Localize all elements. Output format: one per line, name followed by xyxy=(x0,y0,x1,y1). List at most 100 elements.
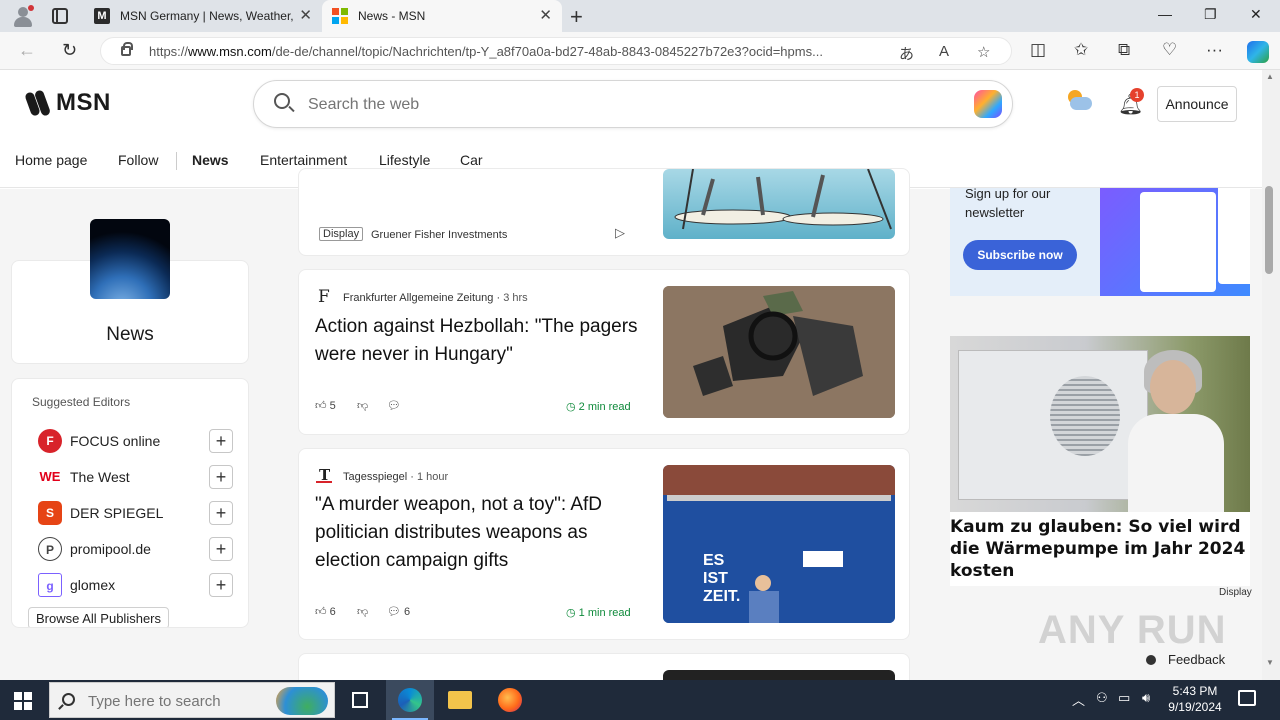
heat-pump-ad[interactable]: Kaum zu glauben: So viel wird die Wärmep… xyxy=(950,336,1250,586)
like-icon[interactable]: 👍︎ xyxy=(315,400,327,412)
article-title[interactable]: "A murder weapon, not a toy": AfD politi… xyxy=(315,491,645,575)
ad-headline[interactable]: Kaum zu glauben: So viel wird die Wärmep… xyxy=(950,516,1250,582)
back-icon[interactable]: ← xyxy=(18,40,36,61)
follow-plus-button[interactable]: + xyxy=(209,501,233,525)
article-card[interactable] xyxy=(298,653,910,680)
collections-icon[interactable]: ⧉ xyxy=(1118,40,1130,60)
article-card[interactable]: F Frankfurter Allgemeine Zeitung · 3 hrs… xyxy=(298,269,910,435)
editor-item[interactable]: P promipool.de + xyxy=(38,537,238,561)
restore-icon[interactable]: ❐ xyxy=(1204,6,1217,23)
subscribe-now-button[interactable]: Subscribe now xyxy=(963,240,1077,270)
like-count: 6 xyxy=(329,606,336,618)
network-icon[interactable]: ▭ xyxy=(1118,690,1130,706)
taskbar-edge[interactable] xyxy=(386,680,434,720)
editor-item[interactable]: g glomex + xyxy=(38,573,238,597)
search-input[interactable] xyxy=(308,93,948,117)
comment-icon[interactable]: 💬︎ xyxy=(387,399,401,412)
taskbar-file-explorer[interactable] xyxy=(436,680,484,720)
feedback-label: Feedback xyxy=(1168,652,1226,667)
refresh-icon[interactable]: ↻ xyxy=(62,40,77,61)
new-tab-icon[interactable]: + xyxy=(570,4,583,30)
taskbar-clock[interactable]: 5:43 PM 9/19/2024 xyxy=(1160,683,1230,715)
article-source[interactable]: Tagesspiegel xyxy=(343,471,407,483)
article-image[interactable]: ES IST ZEIT. xyxy=(663,465,895,623)
comment-icon[interactable]: 💬︎ xyxy=(387,606,401,618)
scroll-up-icon[interactable]: ▲ xyxy=(1266,72,1274,81)
browse-all-publishers-button[interactable]: Browse All Publishers xyxy=(28,607,169,627)
window-close-icon[interactable]: ✕ xyxy=(1250,6,1262,23)
task-view-icon xyxy=(352,692,368,708)
tray-app-icon[interactable]: ⚇ xyxy=(1096,690,1108,706)
browser-essentials-icon[interactable]: ♡ xyxy=(1162,40,1177,60)
tray-chevron-icon[interactable]: ︿ xyxy=(1072,690,1085,709)
web-search-box[interactable] xyxy=(253,80,1013,128)
clock-time: 5:43 PM xyxy=(1172,684,1218,698)
editor-name[interactable]: FOCUS online xyxy=(70,433,160,449)
der-spiegel-logo-icon: S xyxy=(38,501,62,525)
split-screen-icon[interactable]: ◫ xyxy=(1030,40,1046,60)
nav-follow[interactable]: Follow xyxy=(118,152,158,168)
clock-icon: ◷ xyxy=(566,607,576,619)
like-icon[interactable]: 👍︎ xyxy=(315,606,327,618)
follow-plus-button[interactable]: + xyxy=(209,573,233,597)
read-aloud-icon[interactable]: A xyxy=(939,43,949,60)
editor-name[interactable]: The West xyxy=(70,469,130,485)
article-image[interactable] xyxy=(663,286,895,418)
minimize-icon[interactable]: — xyxy=(1158,6,1172,22)
taskbar-search-input[interactable] xyxy=(88,691,268,711)
msn-logo[interactable]: MSN xyxy=(24,88,111,118)
favorites-icon[interactable]: ✩ xyxy=(1074,40,1088,60)
copilot-search-icon[interactable] xyxy=(974,90,1002,118)
nav-lifestyle[interactable]: Lifestyle xyxy=(379,152,430,168)
logo-text: MSN xyxy=(56,89,111,116)
url-field[interactable]: https://www.msn.com/de-de/channel/topic/… xyxy=(100,37,1012,65)
follow-plus-button[interactable]: + xyxy=(209,465,233,489)
action-center-icon[interactable] xyxy=(1238,690,1256,706)
editor-item[interactable]: WE The West + xyxy=(38,465,238,489)
sponsored-card[interactable]: Display Gruener Fisher Investments ▷ xyxy=(298,168,910,256)
article-card[interactable]: T Tagesspiegel · 1 hour "A murder weapon… xyxy=(298,448,910,640)
nav-car[interactable]: Car xyxy=(460,152,483,168)
scroll-down-icon[interactable]: ▼ xyxy=(1266,658,1274,667)
volume-icon[interactable]: 🔊︎ xyxy=(1142,690,1150,706)
lock-icon[interactable] xyxy=(121,42,133,56)
editor-name[interactable]: promipool.de xyxy=(70,541,151,557)
comment-count: 6 xyxy=(404,606,411,618)
tab-actions-icon[interactable] xyxy=(52,8,68,24)
nav-home-page[interactable]: Home page xyxy=(15,152,87,168)
close-tab-icon[interactable]: ✕ xyxy=(539,8,552,24)
task-view-button[interactable] xyxy=(336,680,384,720)
ad-info-icon[interactable]: ▷ xyxy=(615,225,625,241)
nav-news[interactable]: News xyxy=(192,152,229,168)
editor-item[interactable]: S DER SPIEGEL + xyxy=(38,501,238,525)
dislike-icon[interactable]: 👎︎ xyxy=(357,605,368,618)
suggested-editors-panel: Suggested Editors F FOCUS online + WE Th… xyxy=(11,378,249,628)
copilot-icon[interactable] xyxy=(1247,41,1269,63)
dislike-icon[interactable]: 👎︎ xyxy=(357,399,368,412)
taskbar-firefox[interactable] xyxy=(486,680,534,720)
tab-msn-germany[interactable]: M MSN Germany | News, Weather, ✕ xyxy=(84,0,322,32)
windows-taskbar: ︿ ⚇ ▭ 🔊︎ 5:43 PM 9/19/2024 xyxy=(0,680,1280,720)
weather-icon[interactable] xyxy=(1066,90,1092,112)
editor-name[interactable]: DER SPIEGEL xyxy=(70,505,163,521)
feedback-button[interactable]: Feedback xyxy=(1138,646,1238,674)
page-scrollbar[interactable]: ▲ ▼ xyxy=(1262,70,1280,680)
more-menu-icon[interactable]: ··· xyxy=(1206,40,1223,60)
follow-plus-button[interactable]: + xyxy=(209,537,233,561)
search-icon xyxy=(274,93,290,109)
taskbar-search[interactable] xyxy=(49,682,335,718)
nav-entertainment[interactable]: Entertainment xyxy=(260,152,347,168)
close-tab-icon[interactable]: ✕ xyxy=(299,8,312,24)
editor-item[interactable]: F FOCUS online + xyxy=(38,429,238,453)
translate-icon[interactable]: あ xyxy=(899,43,914,64)
article-title[interactable]: Action against Hezbollah: "The pagers we… xyxy=(315,313,645,369)
windows-start-icon[interactable] xyxy=(14,692,32,710)
announce-button[interactable]: Announce xyxy=(1157,86,1237,122)
article-source[interactable]: Frankfurter Allgemeine Zeitung xyxy=(343,292,493,304)
editor-name[interactable]: glomex xyxy=(70,577,115,593)
tab-news-msn[interactable]: News - MSN ✕ xyxy=(322,0,562,32)
favorite-star-icon[interactable]: ☆ xyxy=(977,43,990,61)
scrollbar-thumb[interactable] xyxy=(1265,186,1273,274)
follow-plus-button[interactable]: + xyxy=(209,429,233,453)
profile-icon[interactable] xyxy=(12,5,34,27)
